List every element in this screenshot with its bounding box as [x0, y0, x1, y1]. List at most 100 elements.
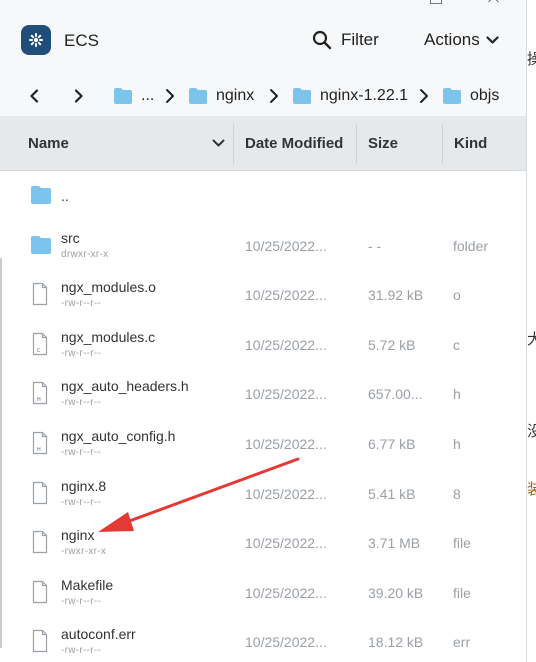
date-modified: 10/25/2022... — [245, 386, 327, 403]
file-list: .. src drwxr-xr-x 10/25/2022... - - folder ngx… — [0, 171, 526, 662]
file-icon: H — [32, 381, 48, 410]
file-permissions: drwxr-xr-x — [61, 248, 109, 260]
file-permissions: -rw-r--r-- — [61, 645, 102, 657]
chevron-left-icon — [30, 89, 39, 103]
background-window-fragment: 操 大 没 装 — [527, 0, 536, 662]
file-row[interactable]: .. — [0, 171, 526, 221]
file-size: 6.77 kB — [368, 436, 416, 452]
folder-icon — [30, 185, 52, 210]
file-row[interactable]: Hngx_auto_config.h -rw-r--r-- 10/25/2022..… — [0, 419, 526, 469]
folder-icon — [30, 235, 52, 260]
file-permissions: -rw-r--r-- — [61, 496, 102, 508]
file-name: nginx.8 — [61, 477, 107, 494]
folder-icon — [114, 88, 132, 104]
breadcrumb-ellipsis[interactable]: ... — [113, 84, 154, 108]
column-header-kind[interactable]: Kind — [454, 116, 487, 170]
file-permissions: -rw-r--r-- — [61, 595, 102, 607]
background-text-fragment: 装 — [527, 481, 536, 498]
breadcrumb-label: nginx-1.22.1 — [320, 87, 409, 104]
column-header-size[interactable]: Size — [368, 116, 398, 170]
file-name: ngx_modules.c — [61, 328, 156, 345]
file-icon — [32, 629, 48, 658]
file-kind: o — [453, 287, 461, 304]
app-title: ECS — [64, 31, 99, 50]
file-name: src — [61, 229, 80, 246]
column-header-date-label: Date Modified — [245, 134, 344, 152]
folder-icon — [189, 88, 207, 104]
file-icon — [32, 580, 48, 609]
file-size: 3.71 MB — [368, 535, 421, 552]
column-header-kind-label: Kind — [454, 134, 488, 152]
file-name: ngx_modules.o — [61, 279, 156, 296]
file-row[interactable]: ngx_modules.o -rw-r--r-- 10/25/2022... 31.9… — [0, 270, 526, 320]
date-modified: 10/25/2022... — [245, 634, 327, 651]
breadcrumb-nginx-1.22.1[interactable]: nginx-1.22.1 — [292, 84, 408, 108]
app-logo-icon — [21, 25, 51, 55]
column-header-size-label: Size — [368, 134, 399, 152]
file-row[interactable]: nginx -rwxr-xr-x 10/25/2022... 3.71 MB file — [0, 518, 526, 568]
actions-button[interactable]: Actions — [424, 27, 499, 53]
breadcrumb-objs[interactable]: objs — [442, 84, 499, 108]
background-text-fragment: 大 — [527, 331, 536, 348]
close-icon[interactable] — [488, 0, 500, 4]
file-row[interactable]: Cngx_modules.c -rw-r--r-- 10/25/2022... 5.7… — [0, 320, 526, 370]
date-modified: 10/25/2022... — [245, 584, 327, 601]
file-row[interactable]: src drwxr-xr-x 10/25/2022... - - folder — [0, 221, 526, 271]
file-size: 18.12 kB — [368, 634, 424, 651]
date-modified: 10/25/2022... — [245, 237, 327, 254]
search-icon — [312, 30, 332, 50]
background-text-fragment: 操 — [527, 51, 536, 68]
file-kind: c — [453, 336, 460, 353]
chevron-right-icon — [74, 89, 83, 103]
file-size: - - — [368, 237, 382, 254]
file-size: 5.72 kB — [368, 336, 416, 353]
file-icon — [32, 481, 48, 510]
breadcrumb-nginx[interactable]: nginx — [188, 84, 254, 108]
column-header-date[interactable]: Date Modified — [245, 116, 343, 170]
filter-label: Filter — [341, 30, 379, 49]
file-row[interactable]: nginx.8 -rw-r--r-- 10/25/2022... 5.41 kB 8 — [0, 469, 526, 519]
file-kind: 8 — [453, 485, 461, 502]
date-modified: 10/25/2022... — [245, 287, 327, 304]
breadcrumb-label: objs — [470, 87, 500, 104]
breadcrumb-label: nginx — [216, 87, 255, 104]
column-divider[interactable] — [442, 124, 443, 164]
path-bar: ... nginx nginx-1.22.1 objs — [0, 78, 526, 114]
column-divider[interactable] — [233, 124, 234, 164]
file-row[interactable]: Makefile -rw-r--r-- 10/25/2022... 39.20 kB f… — [0, 568, 526, 618]
file-browser-window: ECS Filter Actions ... nginx nginx-1.22.… — [0, 0, 527, 662]
file-permissions: -rwxr-xr-x — [61, 546, 107, 558]
sort-chevron-down-icon[interactable] — [212, 139, 225, 148]
file-kind: h — [453, 386, 461, 403]
file-size: 31.92 kB — [368, 287, 424, 304]
file-name: Makefile — [61, 576, 114, 593]
date-modified: 10/25/2022... — [245, 436, 327, 452]
maximize-icon[interactable] — [430, 0, 442, 4]
svg-text:C: C — [37, 348, 41, 354]
column-divider[interactable] — [356, 124, 357, 164]
column-header-name[interactable]: Name — [28, 116, 69, 170]
file-row[interactable]: Hngx_auto_headers.h -rw-r--r-- 10/25/2022.… — [0, 369, 526, 419]
file-permissions: -rw-r--r-- — [61, 298, 102, 310]
svg-text:H: H — [37, 447, 41, 453]
file-icon — [32, 282, 48, 311]
top-bar: ECS Filter Actions — [0, 22, 526, 62]
actions-label: Actions — [424, 30, 480, 49]
forward-button[interactable] — [69, 86, 89, 106]
filter-button[interactable]: Filter — [312, 27, 379, 53]
file-kind: file — [453, 584, 471, 601]
file-icon: C — [32, 332, 48, 361]
file-size: 39.20 kB — [368, 584, 424, 601]
list-edge-bar — [0, 258, 2, 648]
file-row[interactable]: autoconf.err -rw-r--r-- 10/25/2022... 18.12… — [0, 617, 526, 662]
chevron-down-icon — [486, 35, 499, 44]
folder-icon — [443, 88, 461, 104]
back-button[interactable] — [24, 86, 44, 106]
breadcrumb-separator-icon — [420, 89, 428, 103]
file-kind: file — [453, 535, 471, 552]
table-header: Name Date Modified Size Kind — [0, 116, 526, 171]
column-header-name-label: Name — [28, 134, 69, 152]
date-modified: 10/25/2022... — [245, 485, 327, 502]
background-text-fragment: 没 — [527, 423, 536, 440]
breadcrumb-separator-icon — [166, 89, 174, 103]
